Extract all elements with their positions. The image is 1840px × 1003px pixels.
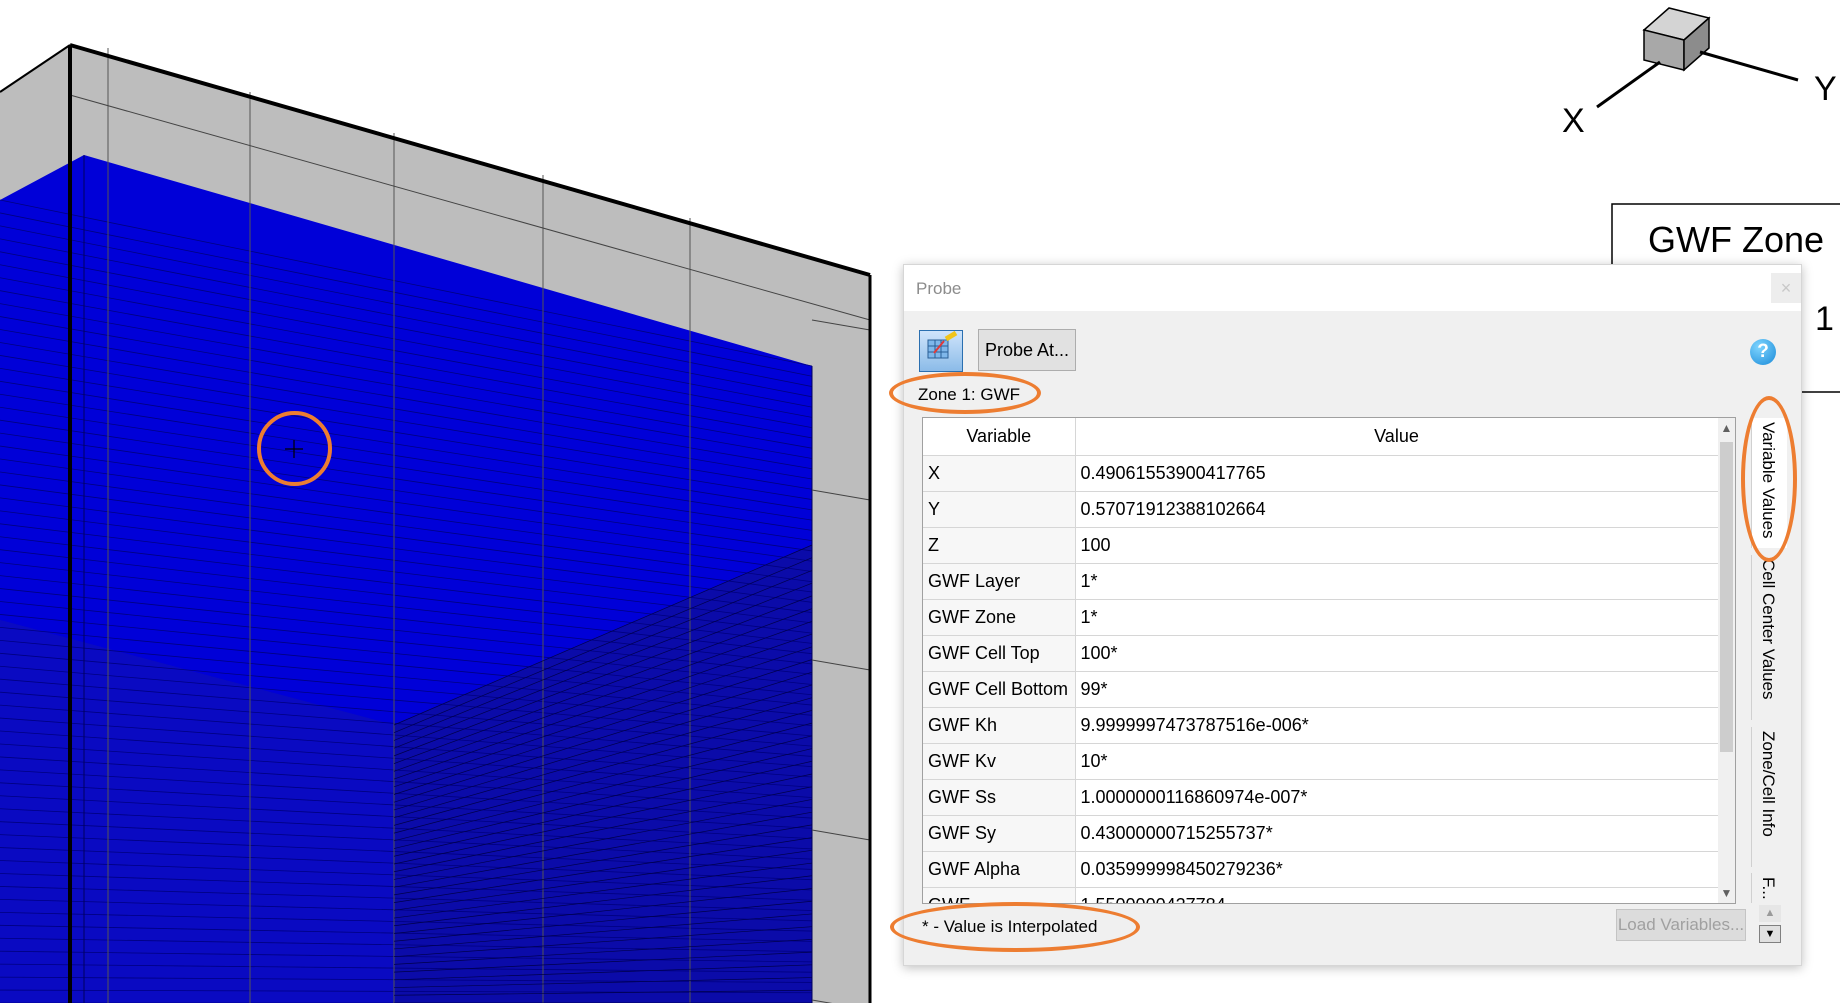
table-row[interactable]: GWF Cell Top 100* [923, 635, 1719, 672]
table-row[interactable]: GWF Zone 1* [923, 599, 1719, 636]
column-header-variable[interactable]: Variable [923, 418, 1076, 456]
table-row[interactable]: GWF Kv 10* [923, 743, 1719, 780]
value-cell[interactable]: 0.57071912388102664 [1075, 491, 1719, 528]
variable-cell: GWF Zone [923, 599, 1076, 636]
variable-cell: GWF Kv [923, 743, 1076, 780]
table-row[interactable]: GWF Cell Bottom 99* [923, 671, 1719, 708]
value-cell[interactable]: 1.5500000427784... [1075, 887, 1719, 903]
probe-pointer-icon [927, 330, 958, 359]
tab-scroll-down-icon[interactable]: ▼ [1759, 925, 1781, 943]
probe-mode-button[interactable] [919, 330, 963, 372]
variable-cell: GWF Alpha [923, 851, 1076, 888]
value-cell[interactable]: 0.49061553900417765 [1075, 455, 1719, 492]
value-cell[interactable]: 1.0000000116860974e-007* [1075, 779, 1719, 816]
load-variables-button[interactable]: Load Variables... [1616, 909, 1746, 941]
column-header-value[interactable]: Value [1075, 418, 1719, 456]
tab-variable-values[interactable]: Variable Values [1751, 418, 1787, 548]
variable-cell: Y [923, 491, 1076, 528]
axis-y-label: Y [1814, 70, 1837, 108]
variable-cell: Z [923, 527, 1076, 564]
tab-label: Cell Center Values [1759, 559, 1778, 700]
mesh-3d-model [0, 43, 872, 1003]
tab-label: Variable Values [1759, 422, 1778, 539]
variable-cell: GWF Ss [923, 779, 1076, 816]
table-row[interactable]: GWF Alpha 0.035999998450279236* [923, 851, 1719, 888]
value-cell[interactable]: 99* [1075, 671, 1719, 708]
variable-cell: GWF Layer [923, 563, 1076, 600]
scroll-up-icon[interactable]: ▲ [1718, 418, 1735, 438]
value-cell[interactable]: 9.9999997473787516e-006* [1075, 707, 1719, 744]
table-row[interactable]: GWF Kh 9.9999997473787516e-006* [923, 707, 1719, 744]
variable-cell: GWF Sy [923, 815, 1076, 852]
probe-titlebar[interactable]: Probe × [904, 265, 1801, 311]
value-cell[interactable]: 0.035999998450279236* [1075, 851, 1719, 888]
probe-at-button[interactable]: Probe At... [978, 329, 1076, 371]
value-cell[interactable]: 10* [1075, 743, 1719, 780]
legend-value: 1 [1815, 300, 1834, 338]
value-cell[interactable]: 0.43000000715255737* [1075, 815, 1719, 852]
table-row[interactable]: GWF Layer 1* [923, 563, 1719, 600]
value-cell[interactable]: 100 [1075, 527, 1719, 564]
tab-scroll-up-icon[interactable]: ▲ [1759, 905, 1781, 922]
probe-dialog: Probe × Probe At... ? Zone 1: GWF Variab… [903, 264, 1802, 966]
scroll-down-icon[interactable]: ▼ [1718, 883, 1735, 903]
probe-title: Probe [916, 279, 962, 298]
legend-title: GWF Zone [1648, 219, 1824, 260]
interpolated-note: * - Value is Interpolated [922, 917, 1098, 936]
variable-cell: GWF ... [923, 887, 1076, 903]
help-icon[interactable]: ? [1750, 339, 1776, 365]
grid-scrollbar[interactable]: ▲ ▼ [1718, 418, 1735, 903]
zone-label: Zone 1: GWF [918, 385, 1021, 404]
tab-label: F... [1759, 877, 1778, 900]
variable-cell: GWF Cell Top [923, 635, 1076, 672]
value-cell[interactable]: 1* [1075, 599, 1719, 636]
variable-cell: X [923, 455, 1076, 492]
grid-header-row: Variable Value [923, 418, 1719, 456]
variable-cell: GWF Cell Bottom [923, 671, 1076, 708]
table-row[interactable]: Y 0.57071912388102664 [923, 491, 1719, 528]
tab-zone-cell-info[interactable]: Zone/Cell Info [1751, 727, 1787, 867]
table-row[interactable]: GWF Sy 0.43000000715255737* [923, 815, 1719, 852]
axis-triad: X Y [1562, 7, 1837, 140]
tab-label: Zone/Cell Info [1759, 731, 1778, 837]
scroll-thumb[interactable] [1720, 442, 1733, 752]
value-cell[interactable]: 100* [1075, 635, 1719, 672]
axis-x-label: X [1562, 102, 1585, 140]
tab-cell-center-values[interactable]: Cell Center Values [1751, 555, 1787, 720]
close-icon: × [1780, 278, 1792, 298]
variable-cell: GWF Kh [923, 707, 1076, 744]
variable-grid[interactable]: Variable Value X 0.49061553900417765 Y 0.57… [922, 417, 1736, 904]
tab-more[interactable]: F... [1751, 873, 1787, 903]
close-button[interactable]: × [1771, 273, 1801, 303]
table-row[interactable]: GWF Ss 1.0000000116860974e-007* [923, 779, 1719, 816]
value-cell[interactable]: 1* [1075, 563, 1719, 600]
table-row[interactable]: X 0.49061553900417765 [923, 455, 1719, 492]
variable-table: Variable Value X 0.49061553900417765 Y 0.57… [923, 418, 1719, 903]
table-row[interactable]: GWF ...1.5500000427784... [923, 887, 1719, 903]
table-row[interactable]: Z 100 [923, 527, 1719, 564]
